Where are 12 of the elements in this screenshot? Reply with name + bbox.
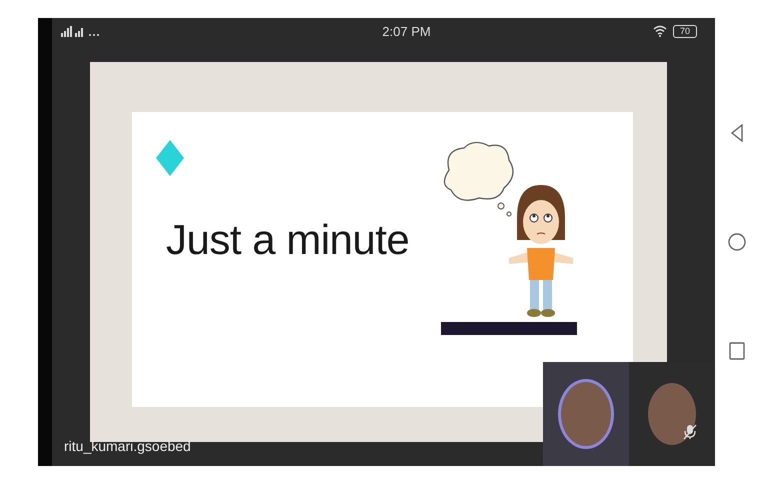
signal-icon [60,25,100,37]
video-tile[interactable] [543,362,629,466]
back-icon[interactable] [730,124,744,142]
diamond-icon [156,140,184,176]
participant-name: ritu_kumari.gsoebed [64,438,191,454]
status-time: 2:07 PM [382,24,431,38]
mic-off-icon [683,424,697,440]
slide-title: Just a minute [166,216,410,264]
recents-icon[interactable] [729,342,745,360]
home-icon[interactable] [728,232,746,251]
wifi-icon [652,25,667,37]
battery-indicator: 70 [672,24,697,38]
